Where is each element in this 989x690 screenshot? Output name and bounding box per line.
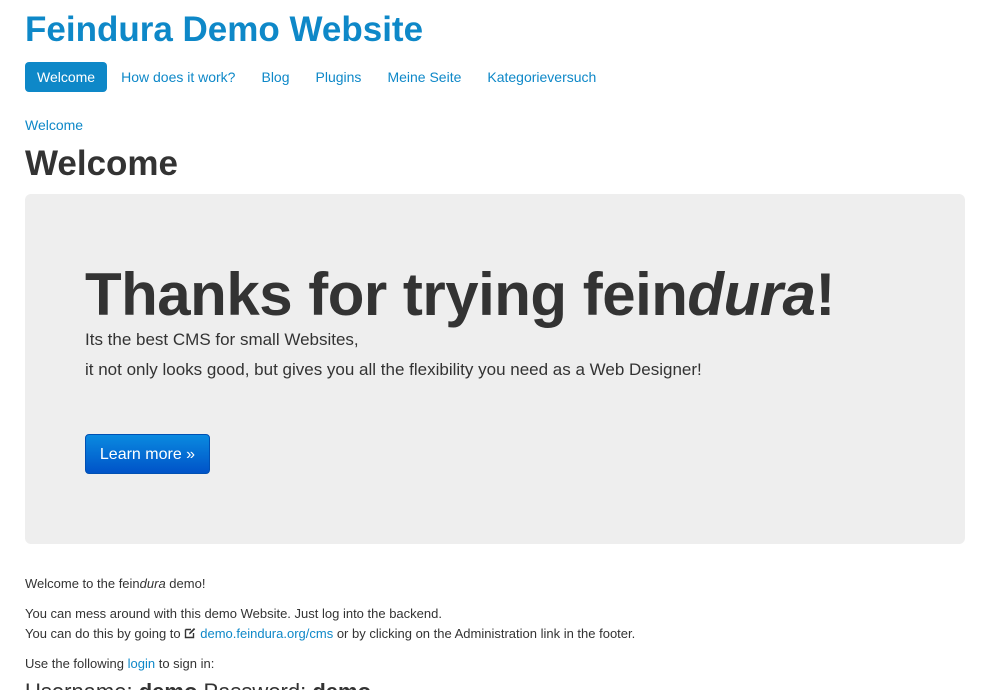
credentials-pass: demo	[312, 679, 371, 690]
intro-paragraph: Welcome to the feindura demo!	[25, 574, 205, 594]
backend-line2-post: or by clicking on the Administration lin…	[333, 626, 636, 641]
login-link[interactable]: login	[128, 656, 155, 671]
hero-heading-post: !	[815, 261, 835, 328]
backend-line2-pre: You can do this by going to	[25, 626, 185, 641]
edit-icon	[184, 625, 196, 639]
cms-link[interactable]: demo.feindura.org/cms	[200, 626, 333, 641]
nav-item-plugins[interactable]: Plugins	[304, 62, 374, 92]
hero-unit: Thanks for trying feindura! Its the best…	[25, 194, 965, 544]
login-post: to sign in:	[155, 656, 215, 671]
backend-paragraph-line1: You can mess around with this demo Websi…	[25, 606, 442, 621]
intro-post: demo!	[165, 576, 206, 591]
nav-item-kategorieversuch[interactable]: Kategorieversuch	[475, 62, 608, 92]
hero-heading-pre: Thanks for trying fein	[85, 261, 688, 328]
nav-item-blog[interactable]: Blog	[249, 62, 301, 92]
credentials-user-label: Username:	[25, 679, 139, 690]
nav-item-meine-seite[interactable]: Meine Seite	[375, 62, 473, 92]
credentials-user: demo	[139, 679, 198, 690]
nav-item-how-does-it-work[interactable]: How does it work?	[109, 62, 247, 92]
site-title-link[interactable]: Feindura Demo Website	[25, 8, 423, 52]
login-pre: Use the following	[25, 656, 128, 671]
hero-heading: Thanks for trying feindura!	[85, 262, 835, 328]
intro-pre: Welcome to the fein	[25, 576, 140, 591]
page-title: Welcome	[25, 144, 179, 183]
main-nav: Welcome How does it work? Blog Plugins M…	[25, 62, 610, 92]
hero-heading-em: dura	[687, 261, 816, 328]
breadcrumb-welcome[interactable]: Welcome	[25, 116, 83, 134]
page: Feindura Demo Website Welcome How does i…	[0, 0, 989, 690]
learn-more-button[interactable]: Learn more »	[85, 434, 210, 474]
backend-paragraph-line2: You can do this by going to demo.feindur…	[25, 624, 635, 644]
hero-text-line2: it not only looks good, but gives you al…	[85, 360, 702, 379]
login-paragraph: Use the following login to sign in:	[25, 654, 214, 674]
intro-em: dura	[139, 576, 166, 591]
credentials-pass-label: Password:	[197, 679, 312, 690]
hero-text-line1: Its the best CMS for small Websites,	[85, 330, 359, 349]
credentials-heading: Username: demo Password: demo	[25, 679, 371, 690]
nav-item-welcome[interactable]: Welcome	[25, 62, 108, 92]
